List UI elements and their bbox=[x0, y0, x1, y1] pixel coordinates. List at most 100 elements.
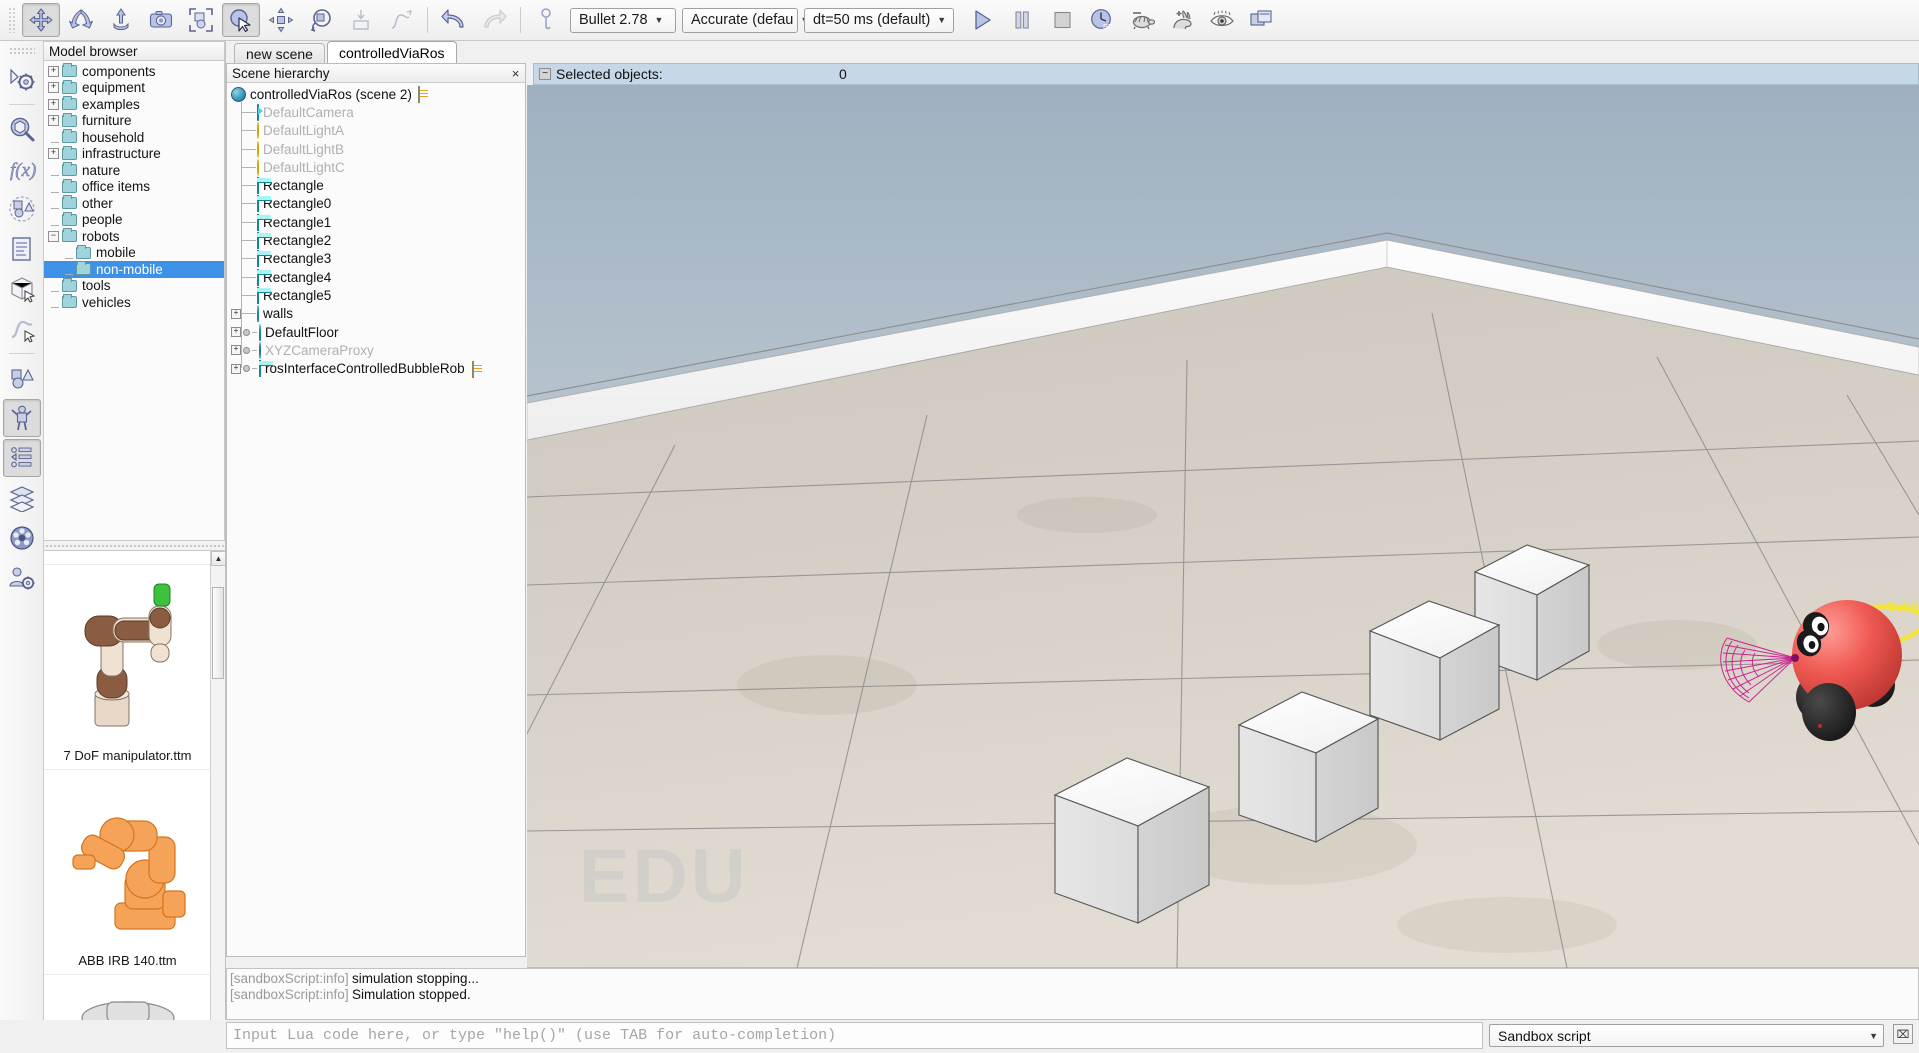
expand-icon[interactable]: + bbox=[48, 148, 59, 160]
speed-up-rabbit-icon[interactable] bbox=[1163, 3, 1201, 37]
script-icon[interactable] bbox=[471, 360, 488, 378]
layers-icon[interactable] bbox=[3, 479, 41, 517]
page-selector-icon[interactable] bbox=[1243, 3, 1281, 37]
model-browser-item-components[interactable]: + components bbox=[44, 63, 224, 80]
expand-icon[interactable]: + bbox=[48, 65, 59, 77]
model-browser-item-household[interactable]: household bbox=[44, 129, 224, 146]
hierarchy-item-Rectangle3[interactable]: Rectangle3 bbox=[227, 250, 525, 268]
expand-icon[interactable]: + bbox=[48, 82, 59, 94]
toolbar-grip[interactable] bbox=[8, 7, 17, 33]
model-browser-item-office-items[interactable]: office items bbox=[44, 178, 224, 196]
expand-icon[interactable]: + bbox=[231, 363, 241, 374]
calculation-modules-icon[interactable] bbox=[3, 110, 41, 148]
object-translate-icon[interactable] bbox=[102, 3, 140, 37]
shape-edit-icon[interactable] bbox=[3, 270, 41, 308]
hierarchy-item-Rectangle0[interactable]: Rectangle0 bbox=[227, 195, 525, 213]
play-button[interactable] bbox=[963, 3, 1001, 37]
status-console[interactable]: [sandboxScript:info] simulation stopping.… bbox=[226, 968, 1919, 1020]
assemble-icon[interactable] bbox=[342, 3, 380, 37]
expand-icon[interactable]: + bbox=[231, 345, 241, 356]
collapse-icon[interactable]: − bbox=[539, 68, 551, 80]
precision-select[interactable]: Accurate (defau ▼ bbox=[682, 7, 809, 33]
model-browser-item-people[interactable]: people bbox=[44, 211, 224, 229]
path-edit-mode-icon[interactable] bbox=[3, 310, 41, 348]
model-browser-item-tools[interactable]: tools bbox=[44, 277, 224, 295]
lua-input-bar[interactable]: Input Lua code here, or type "help()" (u… bbox=[226, 1022, 1483, 1049]
hierarchy-item-Rectangle[interactable]: Rectangle bbox=[227, 176, 525, 195]
object-rotate-icon[interactable] bbox=[62, 3, 100, 37]
model-preview-item[interactable]: ABB IRB 140.ttm bbox=[44, 770, 211, 975]
hierarchy-item-Rectangle4[interactable]: Rectangle4 bbox=[227, 268, 525, 286]
user-settings-icon[interactable] bbox=[3, 559, 41, 597]
model-browser-item-furniture[interactable]: + furniture bbox=[44, 112, 224, 130]
rotate-manip-icon[interactable] bbox=[302, 3, 340, 37]
hierarchy-item-DefaultLightA[interactable]: DefaultLightA bbox=[227, 122, 525, 140]
expand-icon[interactable]: + bbox=[48, 98, 59, 110]
close-icon[interactable]: ⌧ bbox=[1893, 1024, 1913, 1044]
realtime-clock-icon[interactable]: RT bbox=[1083, 3, 1121, 37]
tab-new-scene[interactable]: new scene bbox=[234, 43, 325, 63]
stop-button[interactable] bbox=[1043, 3, 1081, 37]
3d-viewport[interactable]: EDU bubbleRobPath x y z bbox=[527, 85, 1919, 968]
hierarchy-item-DefaultCamera[interactable]: DefaultCamera bbox=[227, 103, 525, 121]
video-recorder-icon[interactable] bbox=[3, 519, 41, 557]
model-browser-item-vehicles[interactable]: vehicles bbox=[44, 294, 224, 311]
model-browser-item-equipment[interactable]: + equipment bbox=[44, 79, 224, 97]
expand-icon[interactable]: + bbox=[231, 308, 241, 319]
model-browser-item-non-mobile[interactable]: non-mobile bbox=[44, 261, 224, 278]
model-browser-item-examples[interactable]: + examples bbox=[44, 96, 224, 113]
visibility-dot-icon[interactable] bbox=[243, 346, 250, 354]
hierarchy-item-Rectangle2[interactable]: Rectangle2 bbox=[227, 231, 525, 250]
hierarchy-item-rosInterfaceControlledBubbleRob[interactable]: + rosInterfaceControlledBubbleRob bbox=[227, 359, 525, 378]
left-toolbar-grip[interactable] bbox=[8, 47, 35, 56]
sandbox-script-select[interactable]: Sandbox script ▼ bbox=[1489, 1024, 1884, 1047]
redo-icon[interactable] bbox=[475, 3, 513, 37]
expand-icon[interactable]: + bbox=[48, 115, 59, 127]
pause-button[interactable] bbox=[1003, 3, 1041, 37]
timestep-select[interactable]: dt=50 ms (default) ▼ bbox=[804, 7, 954, 33]
model-preview-list[interactable]: 7 DoF manipulator.ttm ABB IRB 140.ttm ▲ bbox=[44, 550, 225, 1053]
scroll-up-icon[interactable]: ▲ bbox=[211, 551, 225, 566]
user-parameters-icon[interactable]: f(x) bbox=[3, 150, 41, 188]
model-browser-item-mobile[interactable]: mobile bbox=[44, 244, 224, 262]
camera-icon[interactable] bbox=[142, 3, 180, 37]
model-preview-item[interactable]: 7 DoF manipulator.ttm bbox=[44, 565, 211, 770]
physics-engine-select[interactable]: Bullet 2.78 ▼ bbox=[570, 7, 676, 33]
scene-hierarchy-icon[interactable] bbox=[2, 439, 41, 477]
hierarchy-item-DefaultLightB[interactable]: DefaultLightB bbox=[227, 140, 525, 158]
model-browser-tree[interactable]: + components + equipment + examples + furniture… bbox=[44, 61, 225, 541]
model-preview-scrollbar[interactable]: ▲ bbox=[210, 551, 225, 1052]
hierarchy-scene-root[interactable]: controlledViaRos (scene 2) bbox=[227, 85, 525, 104]
tab-controlledviaros[interactable]: controlledViaRos bbox=[326, 41, 457, 63]
add-primitive-icon[interactable] bbox=[3, 359, 41, 397]
model-browser-item-robots[interactable]: − robots bbox=[44, 228, 224, 245]
undo-icon[interactable] bbox=[435, 3, 473, 37]
hierarchy-item-walls[interactable]: + walls bbox=[227, 305, 525, 323]
visualization-eye-icon[interactable] bbox=[1203, 3, 1241, 37]
visibility-dot-icon[interactable] bbox=[243, 365, 250, 373]
model-browser-item-other[interactable]: other bbox=[44, 195, 224, 212]
panel-splitter[interactable] bbox=[44, 541, 225, 550]
hierarchy-item-Rectangle1[interactable]: Rectangle1 bbox=[227, 213, 525, 231]
select-object-icon[interactable] bbox=[222, 3, 260, 37]
model-browser-item-nature[interactable]: nature bbox=[44, 162, 224, 179]
hierarchy-item-XYZCameraProxy[interactable]: + XYZCameraProxy bbox=[227, 341, 525, 359]
scripts-icon[interactable] bbox=[3, 230, 41, 268]
hierarchy-item-DefaultFloor[interactable]: + DefaultFloor bbox=[227, 323, 525, 341]
move-manip-icon[interactable] bbox=[262, 3, 300, 37]
hierarchy-item-DefaultLightC[interactable]: DefaultLightC bbox=[227, 158, 525, 176]
collapse-icon[interactable]: − bbox=[48, 230, 59, 242]
dynamics-toggle-icon[interactable] bbox=[528, 3, 566, 37]
scrollbar-thumb[interactable] bbox=[212, 587, 224, 679]
model-browser-item-infrastructure[interactable]: + infrastructure bbox=[44, 145, 224, 163]
visibility-dot-icon[interactable] bbox=[243, 328, 250, 336]
expand-icon[interactable]: + bbox=[231, 327, 241, 337]
scene-hierarchy-tree[interactable]: controlledViaRos (scene 2) DefaultCamera D… bbox=[227, 83, 525, 956]
hierarchy-item-Rectangle5[interactable]: Rectangle5 bbox=[227, 286, 525, 304]
scene-object-properties-icon[interactable] bbox=[3, 61, 41, 99]
script-icon[interactable] bbox=[417, 86, 434, 104]
slow-down-turtle-icon[interactable] bbox=[1123, 3, 1161, 37]
collection-icon[interactable] bbox=[3, 190, 41, 228]
fit-to-view-icon[interactable] bbox=[182, 3, 220, 37]
path-edit-icon[interactable] bbox=[382, 3, 420, 37]
